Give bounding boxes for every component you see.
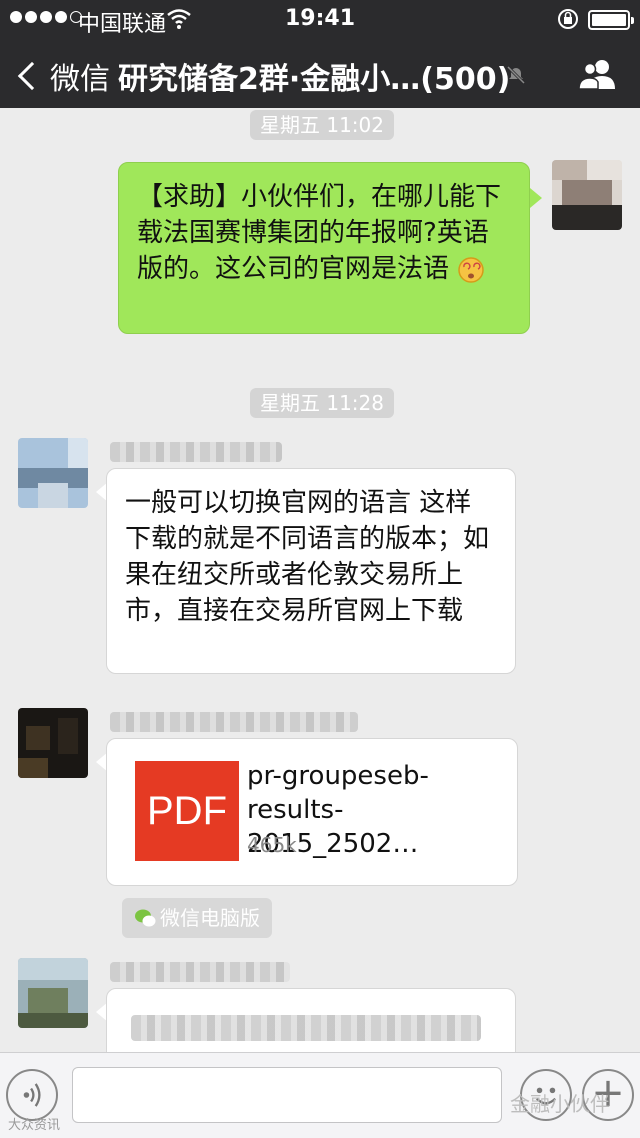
message-timestamp: 星期五 11:28 bbox=[250, 388, 394, 418]
battery-icon bbox=[588, 10, 634, 30]
bubble-tail bbox=[530, 188, 542, 208]
group-members-icon[interactable] bbox=[578, 58, 618, 90]
dizzy-face-emoji-icon bbox=[458, 256, 485, 283]
sender-name-blurred bbox=[110, 712, 358, 732]
my-avatar[interactable] bbox=[552, 160, 622, 230]
message-input[interactable] bbox=[72, 1067, 502, 1123]
watermark: 金融小伙伴 bbox=[510, 1092, 610, 1116]
mute-notifications-icon bbox=[506, 65, 526, 85]
back-button[interactable]: 微信 bbox=[14, 54, 110, 98]
pdf-file-icon: PDF bbox=[135, 761, 239, 861]
message-text: 一般可以切换官网的语言 这样下载的就是不同语言的版本；如果在纽交所或者伦敦交易所… bbox=[125, 488, 490, 626]
file-message-card[interactable]: PDF pr-groupeseb- results-2015_2502… 465… bbox=[106, 738, 518, 886]
rotation-lock-icon bbox=[558, 9, 578, 29]
sender-name-blurred bbox=[110, 442, 282, 462]
watermark-small: 大众资讯 bbox=[8, 1118, 61, 1133]
chat-title: 研究储备2群·金融小…(500) bbox=[118, 62, 511, 97]
member-avatar[interactable] bbox=[18, 708, 88, 778]
chat-header: 微信 研究储备2群·金融小…(500) bbox=[0, 40, 640, 108]
message-timestamp: 星期五 11:02 bbox=[250, 110, 394, 140]
chevron-left-icon bbox=[17, 61, 47, 91]
status-time: 19:41 bbox=[284, 6, 356, 31]
message-text: 【求助】小伙伴们，在哪儿能下载法国赛博集团的年报啊?英语版的。这公司的官网是法语 bbox=[137, 182, 502, 284]
file-size: 465k bbox=[247, 833, 297, 857]
back-label: 微信 bbox=[50, 62, 110, 97]
received-message-bubble[interactable]: 一般可以切换官网的语言 这样下载的就是不同语言的版本；如果在纽交所或者伦敦交易所… bbox=[106, 468, 516, 674]
status-bar: 中国联通 19:41 bbox=[0, 0, 640, 40]
member-avatar[interactable] bbox=[18, 438, 88, 508]
sender-name-blurred bbox=[110, 962, 290, 982]
source-tag: 微信电脑版 bbox=[122, 898, 272, 938]
wechat-logo-icon bbox=[135, 909, 156, 927]
my-message-bubble[interactable]: 【求助】小伙伴们，在哪儿能下载法国赛博集团的年报啊?英语版的。这公司的官网是法语 bbox=[118, 162, 530, 334]
message-text-blurred bbox=[131, 1015, 481, 1041]
member-avatar[interactable] bbox=[18, 958, 88, 1028]
